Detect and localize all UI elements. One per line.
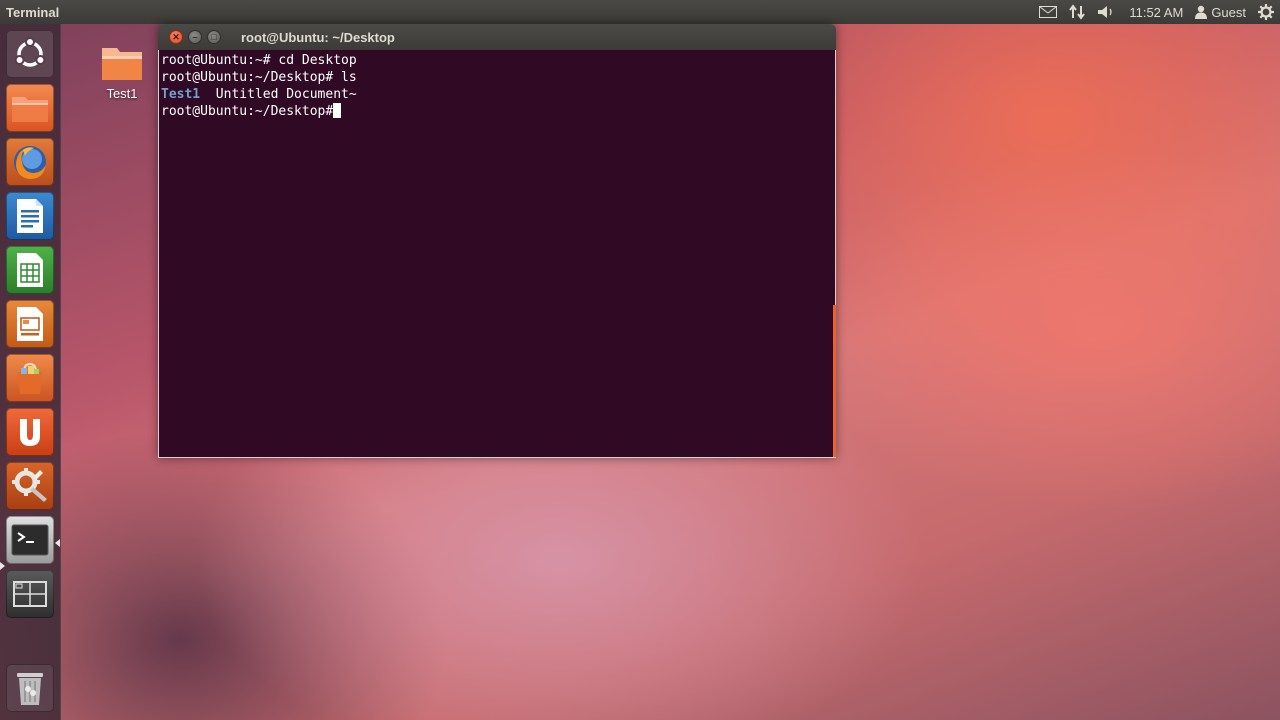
user-name: Guest xyxy=(1211,4,1246,20)
window-title: root@Ubuntu: ~/Desktop xyxy=(241,29,395,45)
terminal-line: root@Ubuntu:~# cd Desktop xyxy=(161,52,833,69)
file-entry: Untitled Document~ xyxy=(200,87,357,102)
top-panel: Terminal 11:52 AM Guest xyxy=(0,0,1280,24)
launcher-item-terminal[interactable] xyxy=(6,516,54,564)
clock[interactable]: 11:52 AM xyxy=(1123,0,1189,24)
launcher-item-workspace-switcher[interactable] xyxy=(6,570,54,618)
launcher-item-software-center[interactable] xyxy=(6,354,54,402)
minimize-icon: – xyxy=(192,31,198,42)
active-app-title: Terminal xyxy=(6,4,60,20)
directory-entry: Test1 xyxy=(161,87,201,102)
indicator-area: 11:52 AM Guest xyxy=(1033,0,1280,24)
volume-icon[interactable] xyxy=(1091,0,1123,24)
folder-icon xyxy=(100,44,144,82)
desktop-icon-folder[interactable]: Test1 xyxy=(96,44,148,101)
text-cursor xyxy=(333,103,342,118)
command: ls xyxy=(333,70,357,85)
ubuntu-one-icon xyxy=(13,415,47,449)
ubuntu-logo-icon xyxy=(13,37,47,71)
terminal-line: root@Ubuntu:~/Desktop# xyxy=(161,103,833,120)
writer-icon xyxy=(14,197,46,235)
focus-indicator-right xyxy=(55,539,60,547)
command: cd Desktop xyxy=(270,53,357,68)
terminal-window[interactable]: ✕ – □ root@Ubuntu: ~/Desktop root@Ubuntu… xyxy=(158,24,836,458)
shopping-bag-icon xyxy=(12,360,48,396)
user-icon xyxy=(1195,5,1208,19)
launcher-item-settings[interactable] xyxy=(6,462,54,510)
launcher-item-dash[interactable] xyxy=(6,30,54,78)
launcher-item-trash[interactable] xyxy=(6,664,54,712)
firefox-icon xyxy=(10,142,50,182)
active-indicator-left xyxy=(0,562,5,570)
launcher-item-impress[interactable] xyxy=(6,300,54,348)
gear-icon[interactable] xyxy=(1252,0,1280,24)
launcher-item-home-folder[interactable] xyxy=(6,84,54,132)
network-icon[interactable] xyxy=(1063,0,1091,24)
launcher xyxy=(0,24,61,720)
desktop-icon-label: Test1 xyxy=(106,86,138,101)
launcher-item-firefox[interactable] xyxy=(6,138,54,186)
minimize-button[interactable]: – xyxy=(188,30,202,44)
prompt: root@Ubuntu:~# xyxy=(161,53,271,68)
trash-icon xyxy=(14,669,46,707)
workspace-icon xyxy=(12,579,48,609)
user-menu[interactable]: Guest xyxy=(1189,0,1252,24)
launcher-item-calc[interactable] xyxy=(6,246,54,294)
terminal-line: root@Ubuntu:~/Desktop# ls xyxy=(161,69,833,86)
launcher-item-ubuntu-one[interactable] xyxy=(6,408,54,456)
mail-icon[interactable] xyxy=(1033,0,1063,24)
window-titlebar[interactable]: ✕ – □ root@Ubuntu: ~/Desktop xyxy=(158,24,836,50)
terminal-body[interactable]: root@Ubuntu:~# cd Desktop root@Ubuntu:~/… xyxy=(158,50,836,458)
prompt: root@Ubuntu:~/Desktop# xyxy=(161,70,334,85)
window-edge-accent xyxy=(833,305,836,457)
impress-icon xyxy=(14,305,46,343)
maximize-button[interactable]: □ xyxy=(207,30,221,44)
close-icon: ✕ xyxy=(172,31,180,42)
folder-icon xyxy=(10,92,50,124)
terminal-line: Test1 Untitled Document~ xyxy=(161,86,833,103)
terminal-icon xyxy=(11,523,49,557)
close-button[interactable]: ✕ xyxy=(169,30,183,44)
prompt: root@Ubuntu:~/Desktop# xyxy=(161,104,334,119)
settings-icon xyxy=(10,466,50,506)
launcher-item-writer[interactable] xyxy=(6,192,54,240)
calc-icon xyxy=(14,251,46,289)
maximize-icon: □ xyxy=(211,31,217,42)
